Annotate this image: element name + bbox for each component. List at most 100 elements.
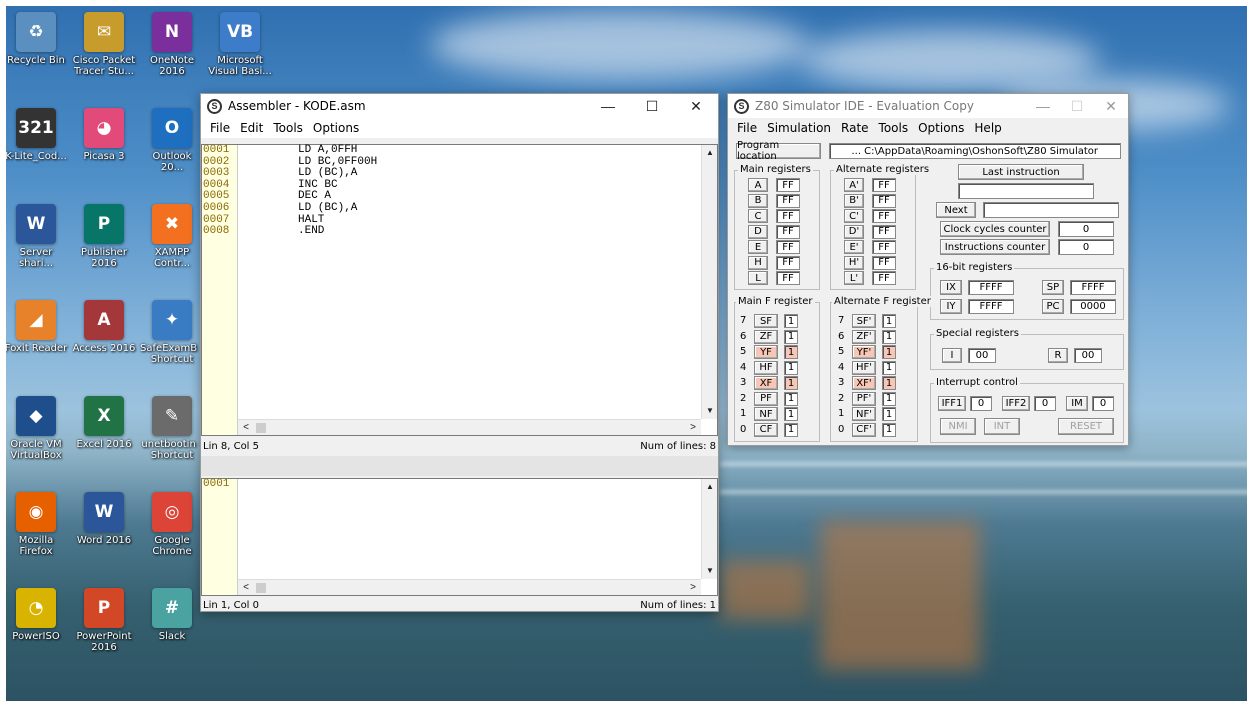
desktop-icon[interactable]: VB Microsoft Visual Basi... — [208, 12, 272, 77]
menu-help[interactable]: Help — [969, 121, 1006, 135]
desktop-icon[interactable]: ◆ Oracle VM VirtualBox — [4, 396, 68, 461]
register-name-button[interactable]: D — [748, 224, 768, 239]
pc-register-button[interactable]: PC — [1042, 299, 1064, 314]
menu-options[interactable]: Options — [913, 121, 969, 135]
register-value[interactable]: FF — [872, 193, 896, 208]
i-register-value[interactable]: 00 — [968, 348, 996, 363]
scroll-down-arrow-icon[interactable]: ▼ — [702, 563, 718, 579]
register-value[interactable]: FF — [872, 224, 896, 239]
assembler-titlebar[interactable]: S Assembler - KODE.asm — ☐ ✕ — [201, 94, 718, 118]
code-line[interactable]: .END — [238, 226, 701, 238]
desktop-icon[interactable]: N OneNote 2016 — [140, 12, 204, 77]
register-value[interactable]: FF — [776, 240, 800, 254]
horizontal-scrollbar[interactable]: < > — [238, 419, 701, 435]
flag-value[interactable]: 1 — [784, 360, 798, 375]
close-button[interactable]: ✕ — [1094, 94, 1128, 118]
desktop-icon[interactable]: ◔ PowerISO — [4, 588, 68, 642]
register-value[interactable]: FF — [776, 178, 800, 192]
register-name-button[interactable]: E — [748, 240, 768, 254]
desktop-icon[interactable]: ✦ SafeExamB - Shortcut — [140, 300, 204, 365]
r-register-button[interactable]: R — [1048, 348, 1068, 363]
instructions-counter-button[interactable]: Instructions counter — [940, 239, 1050, 255]
register-value[interactable]: FF — [872, 209, 896, 223]
flag-name-button[interactable]: XF — [754, 376, 778, 390]
r-register-value[interactable]: 00 — [1074, 348, 1102, 363]
program-location-button[interactable]: Program location — [736, 140, 821, 162]
scroll-up-arrow-icon[interactable]: ▲ — [702, 145, 718, 161]
register-name-button[interactable]: L — [748, 271, 768, 285]
register-name-button[interactable]: A — [748, 178, 768, 192]
desktop-icon[interactable]: P Publisher 2016 — [72, 204, 136, 269]
iff2-value[interactable]: 0 — [1034, 396, 1056, 411]
flag-name-button[interactable]: YF' — [852, 345, 876, 359]
int-button[interactable]: INT — [984, 418, 1020, 435]
register-name-button[interactable]: D' — [844, 224, 864, 239]
register-value[interactable]: FF — [776, 224, 800, 239]
flag-name-button[interactable]: HF — [754, 360, 778, 375]
sp-register-button[interactable]: SP — [1042, 280, 1064, 295]
ix-register-value[interactable]: FFFF — [968, 280, 1014, 295]
scroll-thumb[interactable] — [256, 423, 266, 433]
ix-register-button[interactable]: IX — [940, 280, 962, 295]
flag-name-button[interactable]: PF — [754, 391, 778, 406]
iff2-button[interactable]: IFF2 — [1002, 396, 1030, 411]
reset-button[interactable]: RESET — [1058, 418, 1114, 435]
vertical-scrollbar[interactable]: ▲ ▼ — [701, 479, 717, 579]
flag-value[interactable]: 1 — [784, 329, 798, 344]
register-name-button[interactable]: E' — [844, 240, 864, 254]
source-code-area[interactable]: LD A,0FFH LD BC,0FF00H LD (BC),A INC BC DEC … — [238, 144, 701, 419]
flag-value[interactable]: 1 — [784, 376, 798, 390]
flag-name-button[interactable]: CF' — [852, 422, 876, 437]
desktop-icon[interactable]: 321 K-Lite_Cod... — [4, 108, 68, 162]
register-value[interactable]: FF — [776, 271, 800, 285]
scroll-thumb[interactable] — [256, 583, 266, 593]
desktop-icon[interactable]: ◕ Picasa 3 — [72, 108, 136, 162]
desktop-icon[interactable]: W Word 2016 — [72, 492, 136, 546]
register-value[interactable]: FF — [872, 271, 896, 285]
flag-name-button[interactable]: PF' — [852, 391, 876, 406]
menu-options[interactable]: Options — [308, 121, 364, 135]
register-value[interactable]: FF — [776, 193, 800, 208]
flag-name-button[interactable]: SF — [754, 314, 778, 328]
close-button[interactable]: ✕ — [674, 94, 718, 118]
desktop-icon[interactable]: ◎ Google Chrome — [140, 492, 204, 557]
scroll-left-arrow-icon[interactable]: < — [238, 580, 254, 596]
desktop-icon[interactable]: W Server shari... — [4, 204, 68, 269]
desktop-icon[interactable]: O Outlook 20... — [140, 108, 204, 173]
register-name-button[interactable]: B' — [844, 193, 864, 208]
desktop-icon[interactable]: ✎ unetbootin - Shortcut — [140, 396, 204, 461]
menu-edit[interactable]: Edit — [235, 121, 268, 135]
code-line[interactable]: LD (BC),A — [238, 202, 701, 215]
desktop-icon[interactable]: P PowerPoint 2016 — [72, 588, 136, 653]
register-value[interactable]: FF — [872, 178, 896, 192]
flag-name-button[interactable]: CF — [754, 422, 778, 437]
register-name-button[interactable]: H' — [844, 255, 864, 270]
maximize-button[interactable]: ☐ — [630, 94, 674, 118]
flag-name-button[interactable]: ZF' — [852, 329, 876, 344]
iy-register-button[interactable]: IY — [940, 299, 962, 314]
register-name-button[interactable]: A' — [844, 178, 864, 192]
register-value[interactable]: FF — [776, 209, 800, 223]
flag-name-button[interactable]: XF' — [852, 376, 876, 390]
register-name-button[interactable]: C — [748, 209, 768, 223]
flag-value[interactable]: 1 — [784, 391, 798, 406]
minimize-button[interactable]: — — [1026, 94, 1060, 118]
z80-titlebar[interactable]: S Z80 Simulator IDE - Evaluation Copy — … — [728, 94, 1128, 118]
minimize-button[interactable]: — — [586, 94, 630, 118]
nmi-button[interactable]: NMI — [940, 418, 976, 435]
last-instruction-button[interactable]: Last instruction — [958, 164, 1084, 180]
desktop-icon[interactable]: ✉ Cisco Packet Tracer Stu... — [72, 12, 136, 77]
im-button[interactable]: IM — [1066, 396, 1088, 411]
register-name-button[interactable]: H — [748, 255, 768, 270]
source-editor[interactable]: 0001 0002 0003 0004 0005 0006 0007 0008 LD A,0F… — [201, 144, 718, 436]
flag-value[interactable]: 1 — [784, 422, 798, 437]
menu-tools[interactable]: Tools — [268, 121, 308, 135]
next-button[interactable]: Next — [936, 202, 976, 218]
desktop-icon[interactable]: ✖ XAMPP Contr... — [140, 204, 204, 269]
menu-tools[interactable]: Tools — [874, 121, 914, 135]
iff1-button[interactable]: IFF1 — [938, 396, 966, 411]
flag-value[interactable]: 1 — [784, 314, 798, 328]
menu-file[interactable]: File — [732, 121, 762, 135]
flag-value[interactable]: 1 — [882, 360, 896, 375]
desktop-icon[interactable]: A Access 2016 — [72, 300, 136, 354]
